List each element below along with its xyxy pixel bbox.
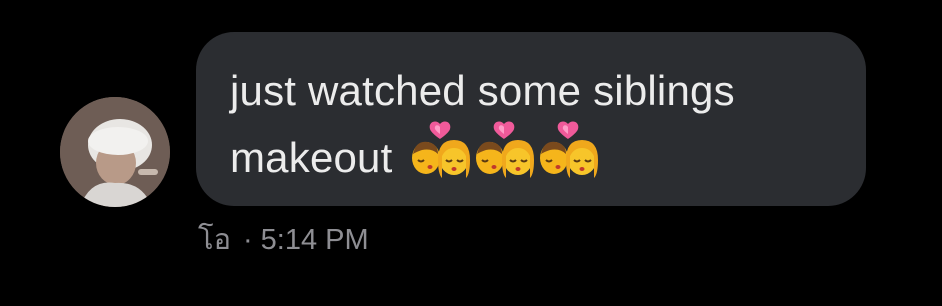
message-meta: โอ · 5:14 PM <box>198 222 369 258</box>
kiss-emoji-icon <box>540 121 599 178</box>
message-bubble[interactable]: just watched some siblings makeout <box>196 32 866 206</box>
message-text-line-2: makeout <box>230 120 826 187</box>
kiss-emoji-icon <box>476 121 535 178</box>
avatar-photo-icon <box>60 97 170 207</box>
kiss-emoji-group <box>410 120 600 178</box>
sender-name[interactable]: โอ <box>198 224 231 256</box>
message-timestamp: 5:14 PM <box>260 224 369 256</box>
kiss-emoji-icon <box>412 121 471 178</box>
message-text-word: makeout <box>230 134 393 181</box>
sender-avatar[interactable] <box>60 97 170 207</box>
message-text-line-1: just watched some siblings <box>230 67 735 114</box>
meta-separator: · <box>243 224 253 256</box>
